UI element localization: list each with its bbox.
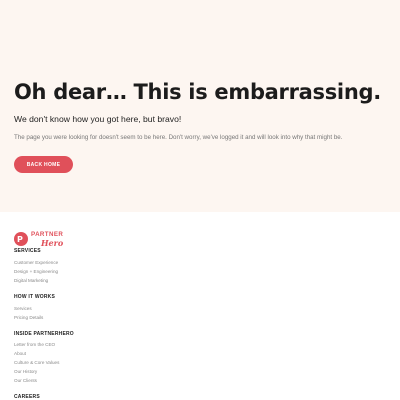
page-title: Oh dear… This is embarrassing. — [14, 80, 381, 104]
footer-link-customer-experience[interactable]: Customer Experience — [14, 260, 58, 265]
footer-link-pricing-details[interactable]: Pricing Details — [14, 315, 43, 320]
footer-link-our-history[interactable]: Our History — [14, 369, 37, 374]
back-home-button[interactable]: BACK HOME — [14, 156, 73, 173]
hero-section: Oh dear… This is embarrassing. We don't … — [0, 0, 400, 212]
footer-heading-how-it-works: HOW IT WORKS — [14, 294, 56, 300]
footer-heading-inside-partnerhero: INSIDE PARTNERHERO — [14, 331, 74, 337]
footer-link-design-engineering[interactable]: Design + Engineering — [14, 269, 58, 274]
footer-link-culture-core-values[interactable]: Culture & Core Values — [14, 360, 59, 365]
logo-mark-icon: P — [14, 232, 28, 246]
page-description: The page you were looking for doesn't se… — [14, 134, 343, 141]
footer-link-letter-from-ceo[interactable]: Letter from the CEO — [14, 342, 55, 347]
footer-heading-services: SERVICES — [14, 248, 41, 254]
footer-heading-careers: CAREERS — [14, 394, 40, 400]
svg-text:P: P — [17, 235, 23, 244]
footer-link-services[interactable]: Services — [14, 306, 32, 311]
footer-link-about[interactable]: About — [14, 351, 26, 356]
footer-link-our-clients[interactable]: Our Clients — [14, 378, 37, 383]
logo-word-hero: Hero — [41, 238, 64, 248]
page-subtitle: We don't know how you got here, but brav… — [14, 114, 182, 124]
logo-word-partner: PARTNER — [31, 231, 64, 238]
footer-link-digital-marketing[interactable]: Digital Marketing — [14, 278, 48, 283]
